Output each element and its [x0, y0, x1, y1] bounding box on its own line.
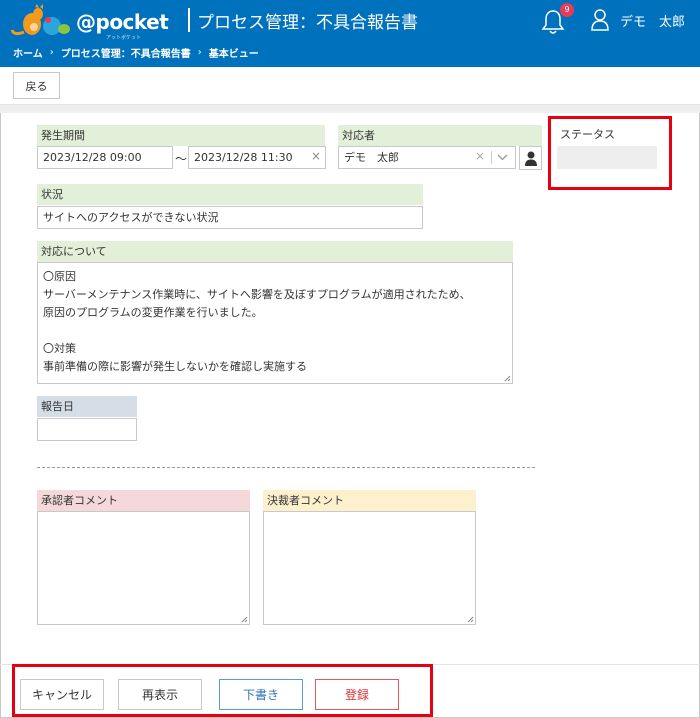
handler-select[interactable]: デモ 太郎 — [338, 146, 516, 169]
user-name[interactable]: デモ 太郎 — [620, 11, 685, 30]
decider-comment-label: 決裁者コメント — [263, 490, 476, 511]
clear-handler-icon[interactable]: × — [475, 149, 485, 163]
report-date-label: 報告日 — [37, 396, 137, 417]
period-end-input[interactable]: 2023/12/28 11:30 — [188, 146, 326, 169]
toolbar: 戻る — [0, 67, 700, 105]
response-label: 対応について — [37, 241, 513, 262]
breadcrumb-view: 基本ビュー — [208, 49, 259, 60]
select-divider — [491, 151, 492, 164]
handler-label: 対応者 — [338, 125, 542, 146]
logo-text: @pocket — [76, 10, 169, 34]
approver-comment-textarea[interactable] — [37, 511, 250, 625]
user-icon[interactable] — [591, 8, 609, 32]
resize-handle-icon[interactable] — [504, 375, 511, 382]
app-header: @pocket アットポケット プロセス管理：不具合報告書 9 デモ 太郎 ホー… — [0, 0, 700, 67]
toolbar-divider — [0, 105, 700, 113]
notification-badge: 9 — [560, 3, 574, 17]
breadcrumb-process[interactable]: プロセス管理：不具合報告書 — [61, 45, 191, 60]
logo-subtext: アットポケット — [106, 35, 142, 41]
situation-label: 状況 — [37, 184, 423, 205]
breadcrumb-chevron-icon: › — [49, 47, 54, 58]
clear-period-end-icon[interactable]: × — [311, 149, 321, 163]
period-end-value: 2023/12/28 11:30 — [194, 151, 293, 164]
kangaroo-logo-icon — [10, 4, 70, 36]
person-picker-button[interactable] — [519, 146, 542, 170]
status-label: ステータス — [560, 128, 615, 141]
cancel-button[interactable]: キャンセル — [20, 679, 104, 710]
handler-value: デモ 太郎 — [344, 151, 399, 164]
chevron-down-icon[interactable] — [497, 154, 508, 161]
situation-input[interactable]: サイトへのアクセスができない状況 — [37, 206, 423, 229]
period-start-input[interactable]: 2023/12/28 09:00 — [37, 146, 173, 169]
back-button[interactable]: 戻る — [13, 72, 60, 99]
approver-comment-label: 承認者コメント — [37, 490, 250, 511]
resize-handle-icon[interactable] — [241, 616, 248, 623]
breadcrumb: ホーム › プロセス管理：不具合報告書 › 基本ビュー — [13, 45, 259, 60]
period-label: 発生期間 — [37, 125, 325, 146]
app-logo[interactable]: @pocket アットポケット — [10, 4, 169, 41]
section-divider — [37, 467, 535, 468]
page-title: プロセス管理：不具合報告書 — [197, 13, 418, 33]
status-field — [557, 146, 657, 169]
decider-comment-textarea[interactable] — [263, 511, 476, 625]
response-textarea[interactable]: 〇原因 サーバーメンテナンス作業時に、サイトへ影響を及ぼすプログラムが適用された… — [37, 262, 513, 384]
report-date-input[interactable] — [37, 418, 137, 441]
breadcrumb-home[interactable]: ホーム — [13, 45, 43, 60]
person-icon — [525, 151, 537, 166]
draft-button[interactable]: 下書き — [219, 679, 303, 710]
submit-button[interactable]: 登録 — [315, 679, 399, 710]
reload-button[interactable]: 再表示 — [118, 679, 202, 710]
breadcrumb-chevron-icon: › — [197, 47, 202, 58]
period-separator: ～ — [175, 152, 188, 166]
resize-handle-icon[interactable] — [467, 616, 474, 623]
title-separator — [188, 8, 190, 32]
